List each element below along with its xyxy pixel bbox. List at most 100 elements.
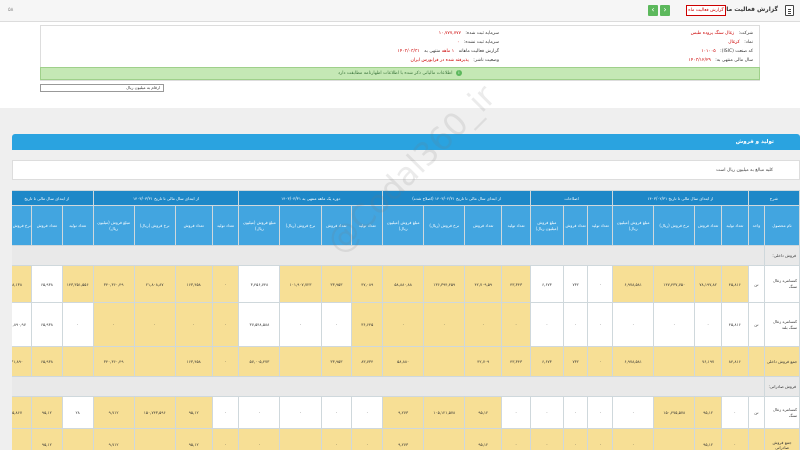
table-cell: ۶,۶۷۳	[529, 265, 564, 303]
table-cell: ۱۴۳,۳۵۱,۵۵۶	[61, 265, 94, 303]
table-cell: ۹,۲۷۳	[382, 428, 425, 450]
col-header: تعداد تولید	[61, 205, 94, 246]
monthly-report-button[interactable]: گزارش فعالیت ماه	[686, 5, 726, 16]
col-header: واحد	[747, 205, 766, 246]
document-icon	[785, 5, 794, 16]
table-cell: ۳۳,۹۵۳	[320, 346, 353, 377]
table-cell: ۱۰۵,۱۲۱,۵۷۸	[423, 396, 466, 429]
table-cell: ۳۴۰,۳۶۰,۴۹	[92, 346, 135, 377]
table-cell: ۳۴۰,۳۶۰,۴۹	[92, 265, 135, 303]
table-cell: ۱۳۱,۸۹۰	[12, 346, 32, 377]
table-cell: تن	[747, 265, 766, 303]
period-value: ۱ ماهه	[441, 49, 455, 54]
ending-label: منتهی به	[424, 49, 441, 54]
info-icon: i	[455, 69, 462, 76]
table-cell: ۹۵,۱۲	[694, 428, 722, 450]
table-cell: ۰	[423, 302, 466, 347]
table-row: کنسانتره زغال سنگ تن ۴۵,۸۱۶ ۷۸,۱۹۷,۸۲ ۱۴…	[12, 265, 800, 303]
table-cell: ۰	[133, 302, 176, 347]
table-cell: ۰	[612, 428, 655, 450]
col-header: نرخ فروش (ریال)	[279, 205, 322, 246]
capital-label: سرمایه ثبت شده:	[465, 31, 499, 36]
col-header: نام محصول	[764, 205, 800, 246]
col-header: تعداد تولید	[501, 205, 531, 246]
table-cell: ۱۸,۱۳۸	[12, 265, 32, 303]
company-row: شرکت: زغال سنگ پروده طبس	[691, 31, 753, 36]
table-cell: ۰	[61, 302, 94, 347]
col-header: مبلغ فروش (میلیون ریال)	[382, 205, 425, 246]
status-value: پذیرفته شده در فرابورس ایران	[410, 58, 469, 63]
table-cell: ۰	[587, 428, 614, 450]
table-cell: ۰	[279, 396, 322, 429]
section-label: فروش داخلی:	[764, 245, 800, 266]
table-cell: ۲۱,۸۰۸,۸۷	[133, 265, 176, 303]
table-cell: ۰	[529, 302, 564, 347]
group-header-ytd: از ابتدای سال مالی تا تاریخ ۱۴۰۳/۰۳/۳۱	[92, 190, 240, 206]
table-cell: ۰	[279, 302, 322, 347]
production-sales-table-wrap: شرح از ابتدای سال مالی تا تاریخ ۱۴۰۳/۰۲/…	[12, 190, 800, 450]
col-header: تعداد تولید	[351, 205, 384, 246]
table-cell: ۳,۴۵۶,۷۴۸	[238, 265, 281, 303]
table-cell: ۳۶,۶۴۵	[351, 302, 384, 347]
table-cell: ۰	[501, 428, 531, 450]
table-cell	[423, 428, 466, 450]
table-cell: ۰	[211, 265, 240, 303]
production-sales-table: شرح از ابتدای سال مالی تا تاریخ ۱۴۰۳/۰۲/…	[12, 190, 800, 450]
table-cell: ۰	[211, 302, 240, 347]
table-cell: ۰	[562, 396, 589, 429]
table-cell	[61, 428, 94, 450]
unit-filter-input[interactable]: ارقام به میلیون ریال	[40, 84, 164, 92]
group-header-corrections: اصلاحات	[529, 190, 614, 206]
table-cell: ۰	[238, 428, 281, 450]
fiscal-value: ۱۴۰۳/۱۲/۲۹	[688, 58, 711, 63]
table-cell: ۰	[612, 302, 655, 347]
table-cell: ۵۷,۰۰۵,۴۷۳	[238, 346, 281, 377]
symbol-row: نماد: کزغال	[728, 40, 753, 45]
section-row-export: فروش صادراتی:	[12, 376, 800, 397]
table-cell: ۱۵,۸۶۷	[12, 396, 32, 429]
table-cell: ۲۸	[61, 396, 94, 429]
table-cell	[279, 428, 322, 450]
section-row-domestic: فروش داخلی:	[12, 245, 800, 266]
isic-row: کد صنعت (ISIC): ۱۰۱۰۰۵	[701, 49, 753, 54]
table-cell: ۴۲,۷۰۹	[464, 346, 503, 377]
total-row-export: جمع فروش صادراتی ۰ ۹۵,۱۲ ۰ ۰ ۰ ۰ ۰ ۹۵,۱۲…	[12, 428, 800, 450]
fiscal-label: سال مالی منتهی به:	[715, 58, 753, 63]
table-cell: ۱۶۳,۴۵۸	[174, 265, 213, 303]
table-cell: ۶۵,۹۳۸	[30, 265, 63, 303]
table-cell: ۰	[464, 302, 503, 347]
col-header: تعداد فروش	[464, 205, 503, 246]
table-cell: ۰	[694, 302, 722, 347]
table-cell: ۰	[238, 396, 281, 429]
table-cell: ۰	[211, 396, 240, 429]
table-cell: ۰	[211, 346, 240, 377]
table-cell: ۶,۶۷۳	[529, 346, 564, 377]
status-label: وضعیت ناشر:	[473, 58, 499, 63]
symbol-value: کزغال	[728, 40, 740, 45]
col-header: نرخ فروش (ریال)	[133, 205, 176, 246]
table-cell: ۹۵,۱۲	[174, 428, 213, 450]
table-cell: ۴۳,۳۴۳	[501, 346, 531, 377]
unreg-capital-value: ۰	[457, 40, 460, 45]
section-title: تولید و فروش	[12, 134, 800, 150]
table-cell: ۰	[587, 396, 614, 429]
prev-button[interactable]: ‹	[648, 5, 658, 16]
table-cell: ۸۳,۷۳۴	[351, 346, 384, 377]
table-cell: ۹۵,۱۲	[30, 428, 63, 450]
table-cell: ۵۸,۸۸۰,۸۸	[382, 265, 425, 303]
page-number: ۵۸	[8, 7, 14, 13]
report-period-row: گزارش فعالیت ماهانه ۱ ماهه منتهی به ۱۴۰۳…	[397, 49, 499, 54]
table-cell: ۰	[720, 428, 749, 450]
section-note: کلیه مبالغ به میلیون ریال است	[12, 160, 800, 180]
next-button[interactable]: ›	[660, 5, 670, 16]
table-cell: ۰	[529, 396, 564, 429]
table-cell: ۱۰۱,۹۰۷,۷۲۳	[279, 265, 322, 303]
table-cell: ۹۵,۱۲	[464, 428, 503, 450]
table-cell: ۵۸,۸۸۰	[382, 346, 425, 377]
group-header-ytd-prev: از ابتدای سال مالی تا تاریخ	[12, 190, 94, 206]
table-cell: ۰	[653, 302, 696, 347]
table-cell: ۰	[174, 302, 213, 347]
col-header: نرخ فروش (ریال)	[12, 205, 32, 246]
col-header: نرخ فروش (ریال)	[653, 205, 696, 246]
table-cell	[279, 346, 322, 377]
